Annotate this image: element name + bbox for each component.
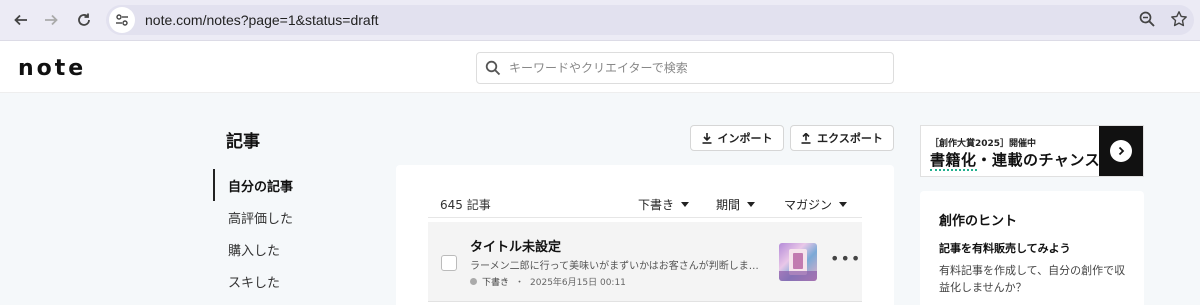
- status-dot-icon: [470, 278, 477, 285]
- status-filter-label: 下書き: [638, 198, 675, 212]
- period-filter-label: 期間: [716, 198, 741, 212]
- hints-body: 有料記事を作成して、自分の創作で収益化しませんか？: [939, 264, 1126, 294]
- sidenav-item-liked[interactable]: 高評価した: [213, 201, 383, 233]
- meta-separator: ・: [515, 278, 525, 288]
- export-button[interactable]: エクスポート: [790, 125, 894, 151]
- caret-down-icon: [747, 202, 756, 207]
- side-navigation: 自分の記事 高評価した 購入した スキした: [213, 169, 383, 297]
- tune-icon: [116, 14, 128, 26]
- arrow-left-icon: [14, 14, 27, 26]
- article-count: 645 記事: [440, 198, 491, 212]
- caret-down-icon: [839, 202, 848, 207]
- period-filter-dropdown[interactable]: 期間: [716, 196, 756, 213]
- sidenav-item-my-articles[interactable]: 自分の記事: [213, 169, 383, 201]
- page-title: 記事: [226, 132, 260, 152]
- article-status: 下書き: [482, 278, 510, 288]
- magazine-filter-dropdown[interactable]: マガジン: [784, 196, 848, 213]
- import-label: インポート: [717, 132, 773, 145]
- reload-button[interactable]: [73, 9, 95, 31]
- banner-headline-highlight: 書籍化: [930, 151, 977, 171]
- magazine-filter-label: マガジン: [784, 198, 833, 212]
- upload-icon: [801, 132, 811, 144]
- star-icon: [1171, 11, 1187, 27]
- arrow-right-icon: [45, 14, 58, 26]
- reload-icon: [78, 13, 90, 26]
- bookmark-button[interactable]: [1170, 10, 1188, 32]
- sidenav-item-suki[interactable]: スキした: [213, 265, 383, 297]
- creation-hints-card: 創作のヒント 記事を有料販売してみよう 有料記事を作成して、自分の創作で収益化し…: [920, 191, 1144, 305]
- export-label: エクスポート: [817, 132, 883, 145]
- sidenav-item-purchased[interactable]: 購入した: [213, 233, 383, 265]
- contest-banner[interactable]: ［創作大賞2025］開催中 書籍化・連載のチャンス: [920, 125, 1144, 177]
- site-header: note: [0, 41, 1200, 93]
- url-text[interactable]: note.com/notes?page=1&status=draft: [145, 12, 379, 28]
- site-info-button[interactable]: [109, 7, 135, 33]
- banner-caption: ［創作大賞2025］開催中: [930, 139, 1037, 149]
- hints-title: 創作のヒント: [939, 214, 1018, 229]
- download-icon: [702, 132, 711, 144]
- back-button[interactable]: [10, 9, 32, 31]
- address-bar[interactable]: note.com/notes?page=1&status=draft: [106, 5, 1194, 35]
- search-input[interactable]: [509, 61, 869, 75]
- import-button[interactable]: インポート: [690, 125, 784, 151]
- chevron-right-icon: [1118, 146, 1125, 156]
- article-checkbox[interactable]: [441, 255, 457, 271]
- banner-headline: 書籍化・連載のチャンス: [930, 149, 1101, 171]
- banner-arrow-button[interactable]: [1099, 126, 1143, 176]
- forward-button[interactable]: [40, 9, 62, 31]
- article-date: 2025年6月15日 00:11: [530, 278, 626, 288]
- zoom-icon: [1139, 11, 1155, 27]
- browser-toolbar: note.com/notes?page=1&status=draft: [0, 0, 1200, 41]
- note-logo[interactable]: note: [18, 56, 86, 81]
- more-options-button[interactable]: •••: [830, 249, 861, 268]
- list-header: 645 記事 下書き 期間 マガジン: [428, 192, 862, 218]
- article-row[interactable]: タイトル未設定 ラーメン二郎に行って美味いがまずいかはお客さんが判断しますが..…: [428, 222, 862, 302]
- article-excerpt: ラーメン二郎に行って美味いがまずいかはお客さんが判断しますが...: [470, 261, 760, 272]
- banner-headline-rest: ・連載のチャンス: [976, 151, 1101, 169]
- status-filter-dropdown[interactable]: 下書き: [638, 196, 690, 213]
- article-thumbnail[interactable]: [779, 243, 817, 281]
- caret-down-icon: [681, 202, 690, 207]
- article-meta: 下書き ・ 2025年6月15日 00:11: [470, 275, 626, 288]
- search-box[interactable]: [476, 52, 894, 84]
- article-title[interactable]: タイトル未設定: [470, 236, 561, 255]
- search-icon: [485, 60, 501, 76]
- zoom-button[interactable]: [1138, 10, 1156, 32]
- hints-subtitle[interactable]: 記事を有料販売してみよう: [939, 240, 1071, 256]
